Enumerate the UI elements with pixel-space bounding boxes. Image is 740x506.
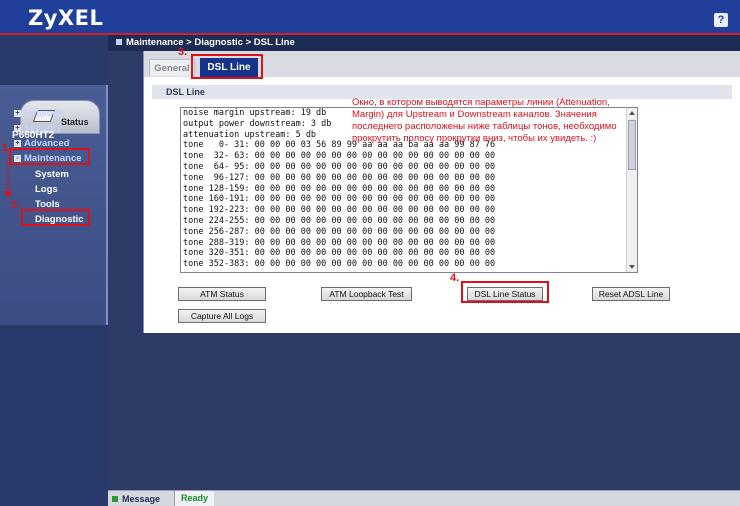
highlight-dsl-line-status xyxy=(461,281,549,303)
step-1-label: 1. xyxy=(2,142,12,154)
step-3-label: 3. xyxy=(178,46,188,58)
dsl-output-line: tone 160-191: 00 00 00 00 00 00 00 00 00… xyxy=(183,194,496,205)
highlight-dsl-line-tab xyxy=(191,54,263,79)
expand-icon: + xyxy=(14,110,21,117)
atm-loopback-test-button[interactable]: ATM Loopback Test xyxy=(321,287,412,301)
dsl-output-line: tone 64- 95: 00 00 00 00 00 00 00 00 00 … xyxy=(183,161,496,172)
sidebar-item-logs[interactable]: Logs xyxy=(35,184,58,195)
status-tab-label: Status xyxy=(61,117,89,127)
status-message-label: Message xyxy=(122,494,161,504)
dsl-output-line: tone 192-223: 00 00 00 00 00 00 00 00 00… xyxy=(183,205,496,216)
dsl-output-line: tone 320-351: 00 00 00 00 00 00 00 00 00… xyxy=(183,248,496,259)
breadcrumb-bullet-icon xyxy=(116,39,122,45)
reset-adsl-line-button[interactable]: Reset ADSL Line xyxy=(592,287,670,301)
dsl-output-line: tone 288-319: 00 00 00 00 00 00 00 00 00… xyxy=(183,237,496,248)
highlight-diagnostic xyxy=(21,209,90,226)
status-ready: Ready xyxy=(174,491,215,506)
dsl-output-line: tone 128-159: 00 00 00 00 00 00 00 00 00… xyxy=(183,183,496,194)
dsl-output-line: tone 96-127: 00 00 00 00 00 00 00 00 00 … xyxy=(183,172,496,183)
breadcrumb-bar: Maintenance > Diagnostic > DSL Line xyxy=(108,35,740,51)
sidebar: Status P660HT2 + Network + Security + Advan… xyxy=(0,35,108,506)
expand-icon: + xyxy=(14,125,21,132)
status-bar: Message Ready xyxy=(108,490,740,506)
message-status-icon xyxy=(112,496,118,502)
expand-icon: + xyxy=(14,140,21,147)
capture-all-logs-button[interactable]: Capture All Logs xyxy=(178,309,266,323)
sidebar-item-security[interactable]: + Security xyxy=(14,123,62,134)
zyxel-logo: ZyXEL xyxy=(28,6,104,30)
sidebar-item-label: Network xyxy=(24,108,62,119)
step-2-label: 2. xyxy=(11,199,21,211)
dsl-output-line: tone 256-287: 00 00 00 00 00 00 00 00 00… xyxy=(183,226,496,237)
help-icon[interactable]: ? xyxy=(714,13,728,27)
atm-status-button[interactable]: ATM Status xyxy=(178,287,266,301)
highlight-maintenance xyxy=(9,148,90,165)
main-panel: General DSL Line DSL Line noise margin u… xyxy=(143,51,740,333)
annotation-note: Окно, в котором выводятся параметры лини… xyxy=(352,97,617,144)
sidebar-item-network[interactable]: + Network xyxy=(14,108,61,119)
top-header: ZyXEL ? xyxy=(0,0,740,33)
dsl-output-line: tone 224-255: 00 00 00 00 00 00 00 00 00… xyxy=(183,215,496,226)
sidebar-item-system[interactable]: System xyxy=(35,169,69,180)
annotation-arrow xyxy=(4,162,12,198)
scroll-down-icon[interactable] xyxy=(629,265,635,269)
breadcrumb-text: Maintenance > Diagnostic > DSL Line xyxy=(126,37,295,48)
step-4-label: 4. xyxy=(450,272,460,284)
dsl-output-line: tone 32- 63: 00 00 00 00 00 00 00 00 00 … xyxy=(183,151,496,162)
dsl-output-line: tone 352-383: 00 00 00 00 00 00 00 00 00… xyxy=(183,259,496,270)
breadcrumb: Maintenance > Diagnostic > DSL Line xyxy=(116,37,295,48)
sidebar-item-label: Security xyxy=(24,123,62,134)
tab-general[interactable]: General xyxy=(149,59,195,76)
